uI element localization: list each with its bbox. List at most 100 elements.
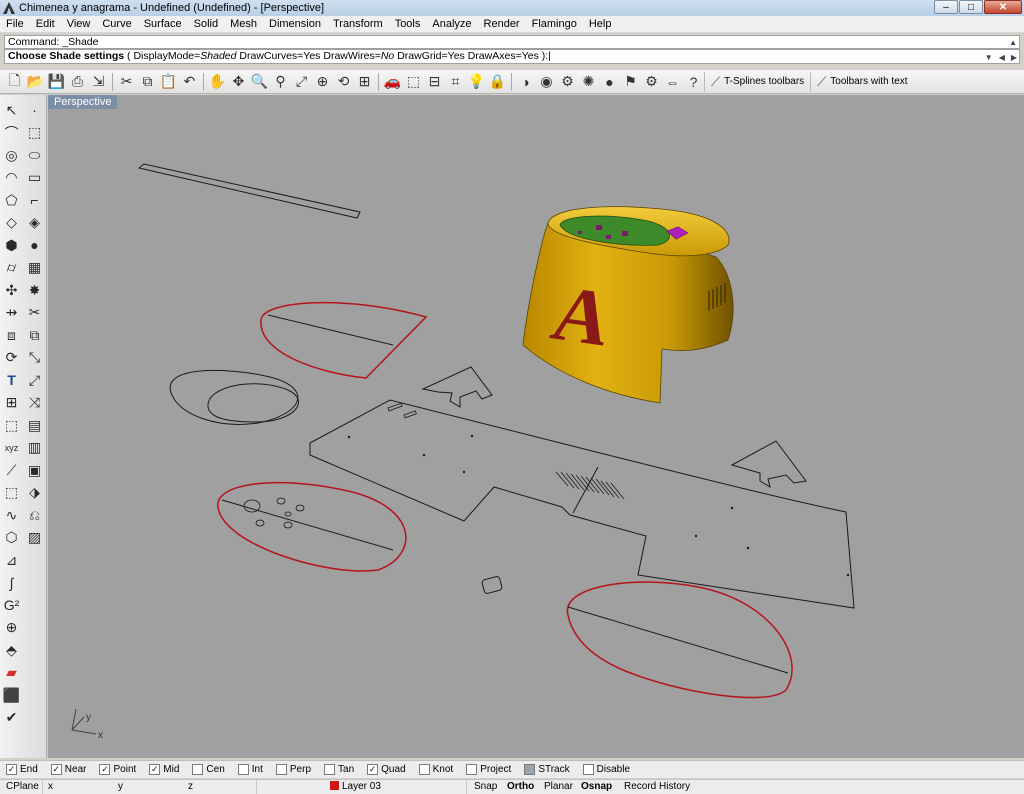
flag-icon[interactable]: ⚑ xyxy=(620,72,641,92)
rainbow-icon[interactable]: ▰ xyxy=(0,662,23,685)
boolean-icon[interactable]: ⧉ xyxy=(23,324,46,347)
unrolled-body-panel[interactable] xyxy=(309,399,855,609)
inner-oval[interactable] xyxy=(207,383,299,423)
osnap-end[interactable]: End xyxy=(6,764,38,775)
menu-render[interactable]: Render xyxy=(478,18,526,30)
shade-icon[interactable]: ◑ xyxy=(515,72,536,92)
polyline-icon[interactable]: ⌒ xyxy=(0,122,23,145)
osnap-cen[interactable]: Cen xyxy=(192,764,225,775)
minimize-button[interactable]: – xyxy=(934,0,958,14)
polygon-icon[interactable]: ⬠ xyxy=(0,189,23,212)
wireframe-icon[interactable]: ⬚ xyxy=(403,72,424,92)
red-panel-middle[interactable] xyxy=(217,481,407,572)
gumball-icon[interactable]: ✣ xyxy=(0,279,23,302)
print-icon[interactable]: ⎙ xyxy=(67,72,88,92)
copy-icon[interactable]: ⧉ xyxy=(137,72,158,92)
option-draw-wires[interactable]: DrawWires=No xyxy=(323,50,394,62)
osnap-near-checkbox[interactable] xyxy=(50,764,62,775)
osnap-end-checkbox[interactable] xyxy=(6,764,17,775)
osnap-cen-checkbox[interactable] xyxy=(192,764,204,775)
history-scrollbar[interactable]: ▲ xyxy=(1009,37,1017,49)
color-wheel-icon[interactable]: ◉ xyxy=(536,72,557,92)
trim-icon[interactable]: ✂ xyxy=(23,302,46,325)
curvature-icon[interactable]: ∿ xyxy=(0,504,23,527)
transform-icon[interactable]: ⤨ xyxy=(23,392,46,415)
anagram-a-outline-1[interactable] xyxy=(421,366,493,408)
open-folder-icon[interactable]: 📂 xyxy=(25,72,46,92)
analyze-icon[interactable]: ▥ xyxy=(23,437,46,460)
osnap-disable[interactable]: Disable xyxy=(582,764,630,775)
circle-icon[interactable]: ◎ xyxy=(0,144,23,167)
status-osnap[interactable]: Osnap xyxy=(581,780,612,794)
zoom-dynamic-icon[interactable]: ⚲ xyxy=(270,72,291,92)
option-draw-grid[interactable]: DrawGrid=Yes xyxy=(397,50,465,62)
rotate-view-icon[interactable]: ⟲ xyxy=(333,72,354,92)
status-record-history[interactable]: Record History xyxy=(624,780,690,794)
osnap-mid-checkbox[interactable] xyxy=(149,764,161,775)
mesh-icon[interactable]: ▦ xyxy=(23,257,46,280)
zoom-extents-icon[interactable]: ⤢ xyxy=(291,72,312,92)
scroll-down-icon[interactable]: ▼ xyxy=(985,51,993,63)
menu-dimension[interactable]: Dimension xyxy=(263,18,327,30)
red-panel-top[interactable] xyxy=(260,301,428,379)
paste-icon[interactable]: 📋 xyxy=(158,72,179,92)
sphere-solid-icon[interactable]: ● xyxy=(23,234,46,257)
osnap-knot-checkbox[interactable] xyxy=(418,764,430,775)
menu-view[interactable]: View xyxy=(61,18,97,30)
strip-curve[interactable] xyxy=(137,163,361,219)
render-preview-icon[interactable]: ⚙ xyxy=(557,72,578,92)
osnap-int-checkbox[interactable] xyxy=(237,764,249,775)
new-file-icon[interactable]: 🗋 xyxy=(4,72,25,92)
array-icon[interactable]: ⊞ xyxy=(0,392,23,415)
chimney-3d-model[interactable]: A xyxy=(522,206,734,404)
viewport-canvas[interactable]: A y x xyxy=(48,95,1024,758)
point-icon[interactable]: · xyxy=(23,99,46,122)
properties-icon[interactable]: ⊿ xyxy=(0,549,23,572)
command-prompt[interactable]: Choose Shade settings ( DisplayMode=Shad… xyxy=(4,49,1020,64)
offset-icon[interactable]: ⟳ xyxy=(0,347,23,370)
scroll-left-icon[interactable]: ◀ xyxy=(999,51,1005,63)
scroll-up-icon[interactable]: ▲ xyxy=(1009,37,1017,49)
lightbulb-icon[interactable]: 💡 xyxy=(466,72,487,92)
small-square-part[interactable] xyxy=(481,576,503,594)
viewport-title-tab[interactable]: Perspective xyxy=(48,95,118,109)
menu-help[interactable]: Help xyxy=(583,18,618,30)
close-button[interactable]: ✕ xyxy=(984,0,1022,14)
osnap-quad-checkbox[interactable] xyxy=(367,764,379,775)
rhino-app-icon[interactable] xyxy=(3,2,15,14)
maximize-button[interactable]: □ xyxy=(959,0,983,14)
bounding-box-icon[interactable]: ⬚ xyxy=(0,482,23,505)
status-cplane[interactable]: CPlane xyxy=(6,780,39,794)
object-props-icon[interactable]: ⊟ xyxy=(424,72,445,92)
prompt-scroll[interactable]: ▼ ◀ ▶ xyxy=(985,51,1017,63)
osnap-strack-checkbox[interactable] xyxy=(524,764,536,775)
four-viewports-icon[interactable]: ⊞ xyxy=(354,72,375,92)
menu-solid[interactable]: Solid xyxy=(188,18,224,30)
perspective-viewport[interactable]: A y x Perspective xyxy=(48,95,1024,758)
sphere-icon[interactable]: ● xyxy=(599,72,620,92)
measure-icon[interactable]: ⇔ xyxy=(662,72,683,92)
lock-icon[interactable]: 🔒 xyxy=(487,72,508,92)
osnap-knot[interactable]: Knot xyxy=(418,764,453,775)
status-ortho[interactable]: Ortho xyxy=(507,780,534,794)
toolbars-with-text-button[interactable]: ⟋ Toolbars with text xyxy=(810,71,913,92)
menu-analyze[interactable]: Analyze xyxy=(426,18,477,30)
surface-icon[interactable]: ◇ xyxy=(0,212,23,235)
ellipse-icon[interactable]: ⬭ xyxy=(23,144,46,167)
menu-file[interactable]: File xyxy=(0,18,30,30)
osnap-perp-checkbox[interactable] xyxy=(275,764,287,775)
render-mesh-icon[interactable]: ⬡ xyxy=(0,527,23,550)
save-icon[interactable]: 💾 xyxy=(46,72,67,92)
status-layer[interactable]: Layer 03 xyxy=(330,780,381,794)
menu-curve[interactable]: Curve xyxy=(96,18,137,30)
undo-icon[interactable]: ↶ xyxy=(179,72,200,92)
cube-icon[interactable]: ⬛ xyxy=(0,684,23,707)
cplane-icon[interactable]: ∫ xyxy=(0,572,23,595)
continuity-icon[interactable]: G² xyxy=(0,594,23,617)
zoom-window-icon[interactable]: 🔍 xyxy=(249,72,270,92)
car-icon[interactable]: 🚗 xyxy=(382,72,403,92)
move-icon[interactable]: ✥ xyxy=(228,72,249,92)
osnap-perp[interactable]: Perp xyxy=(275,764,311,775)
cut-icon[interactable]: ✂ xyxy=(116,72,137,92)
fillet-curve-icon[interactable]: ⌐ xyxy=(23,189,46,212)
